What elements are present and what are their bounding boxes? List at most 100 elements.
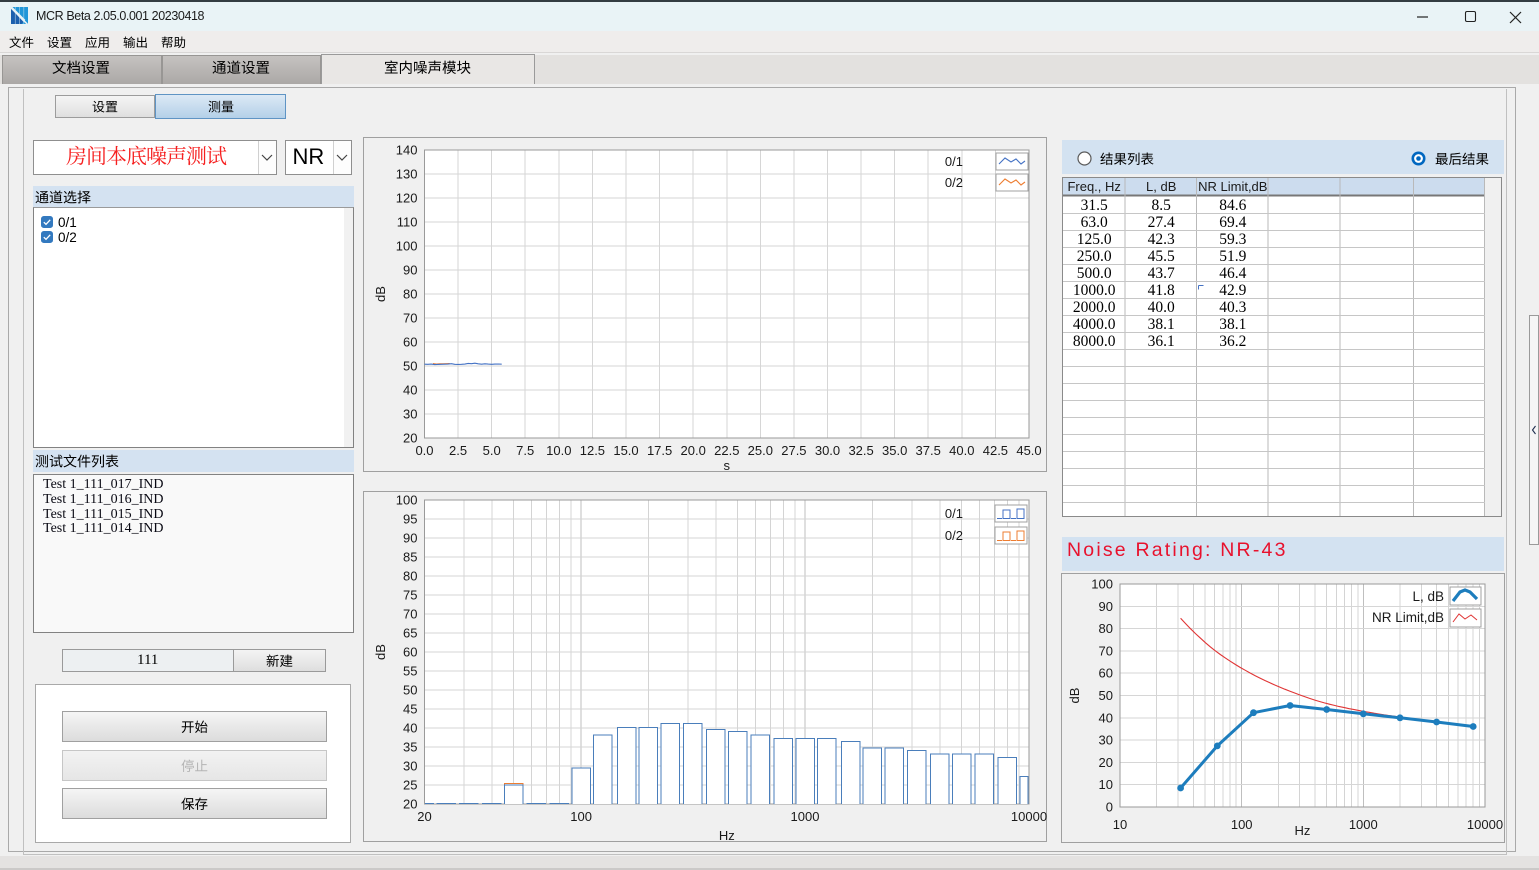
svg-text:30: 30 <box>403 407 417 422</box>
svg-text:NR Limit,dB: NR Limit,dB <box>1198 179 1267 194</box>
svg-text:40: 40 <box>1099 710 1113 725</box>
svg-text:25.0: 25.0 <box>748 443 773 458</box>
svg-text:140: 140 <box>396 143 418 158</box>
svg-text:63.0: 63.0 <box>1081 214 1108 231</box>
svg-text:4000.0: 4000.0 <box>1073 316 1116 333</box>
svg-text:46.4: 46.4 <box>1219 265 1246 282</box>
svg-text:90: 90 <box>403 531 417 546</box>
svg-text:100: 100 <box>1231 817 1253 832</box>
svg-text:10000: 10000 <box>1467 817 1503 832</box>
svg-text:80: 80 <box>403 569 417 584</box>
svg-text:22.5: 22.5 <box>714 443 739 458</box>
svg-text:500.0: 500.0 <box>1077 265 1112 282</box>
svg-text:42.9: 42.9 <box>1219 282 1246 299</box>
svg-text:60: 60 <box>403 335 417 350</box>
svg-text:45.5: 45.5 <box>1148 248 1175 265</box>
svg-text:42.3: 42.3 <box>1148 231 1175 248</box>
svg-text:250.0: 250.0 <box>1077 248 1112 265</box>
svg-text:s: s <box>724 458 731 472</box>
svg-text:31.5: 31.5 <box>1081 197 1108 214</box>
svg-text:38.1: 38.1 <box>1148 316 1175 333</box>
svg-text:17.5: 17.5 <box>647 443 672 458</box>
svg-text:Freq., Hz: Freq., Hz <box>1067 179 1120 194</box>
svg-text:35: 35 <box>403 740 417 755</box>
svg-text:20: 20 <box>1099 755 1113 770</box>
svg-text:32.5: 32.5 <box>848 443 873 458</box>
svg-text:7.5: 7.5 <box>516 443 534 458</box>
svg-text:40: 40 <box>403 383 417 398</box>
svg-text:95: 95 <box>403 512 417 527</box>
svg-text:38.1: 38.1 <box>1219 316 1246 333</box>
svg-text:dB: dB <box>373 286 388 302</box>
svg-text:75: 75 <box>403 588 417 603</box>
svg-text:0/2: 0/2 <box>945 528 963 543</box>
svg-text:36.2: 36.2 <box>1219 333 1246 350</box>
svg-text:L, dB: L, dB <box>1146 179 1176 194</box>
svg-text:40.3: 40.3 <box>1219 299 1246 316</box>
svg-text:70: 70 <box>403 607 417 622</box>
svg-text:35.0: 35.0 <box>882 443 907 458</box>
svg-text:60: 60 <box>403 645 417 660</box>
svg-text:1000.0: 1000.0 <box>1073 282 1116 299</box>
svg-text:100: 100 <box>1091 577 1113 592</box>
svg-text:70: 70 <box>1099 643 1113 658</box>
svg-text:90: 90 <box>403 263 417 278</box>
svg-text:20: 20 <box>403 431 417 446</box>
svg-text:25: 25 <box>403 778 417 793</box>
svg-text:dB: dB <box>1067 688 1082 704</box>
svg-text:45: 45 <box>403 702 417 717</box>
svg-text:90: 90 <box>1099 599 1113 614</box>
svg-text:45.0: 45.0 <box>1016 443 1041 458</box>
svg-text:37.5: 37.5 <box>916 443 941 458</box>
svg-text:15.0: 15.0 <box>613 443 638 458</box>
svg-text:43.7: 43.7 <box>1148 265 1175 282</box>
svg-text:Hz: Hz <box>1295 823 1311 838</box>
svg-text:1000: 1000 <box>791 809 820 824</box>
svg-text:80: 80 <box>1099 621 1113 636</box>
svg-text:36.1: 36.1 <box>1148 333 1175 350</box>
svg-text:85: 85 <box>403 550 417 565</box>
svg-text:30.0: 30.0 <box>815 443 840 458</box>
svg-text:L, dB: L, dB <box>1412 589 1444 604</box>
svg-text:2000.0: 2000.0 <box>1073 299 1116 316</box>
svg-text:30: 30 <box>1099 733 1113 748</box>
svg-text:65: 65 <box>403 626 417 641</box>
svg-text:27.4: 27.4 <box>1148 214 1175 231</box>
svg-text:30: 30 <box>403 759 417 774</box>
svg-text:2.5: 2.5 <box>449 443 467 458</box>
svg-text:20: 20 <box>417 809 431 824</box>
svg-text:80: 80 <box>403 287 417 302</box>
svg-text:84.6: 84.6 <box>1219 197 1246 214</box>
svg-text:130: 130 <box>396 167 418 182</box>
svg-text:41.8: 41.8 <box>1148 282 1175 299</box>
svg-text:55: 55 <box>403 664 417 679</box>
svg-text:100: 100 <box>570 809 592 824</box>
svg-text:10: 10 <box>1099 777 1113 792</box>
svg-text:100: 100 <box>396 493 418 508</box>
svg-text:0/1: 0/1 <box>945 506 963 521</box>
svg-text:12.5: 12.5 <box>580 443 605 458</box>
svg-text:59.3: 59.3 <box>1219 231 1246 248</box>
svg-text:10.0: 10.0 <box>546 443 571 458</box>
svg-text:40.0: 40.0 <box>949 443 974 458</box>
svg-text:125.0: 125.0 <box>1077 231 1112 248</box>
svg-text:20.0: 20.0 <box>681 443 706 458</box>
svg-text:20: 20 <box>403 797 417 812</box>
svg-text:51.9: 51.9 <box>1219 248 1246 265</box>
svg-text:40: 40 <box>403 721 417 736</box>
svg-text:Hz: Hz <box>719 828 735 842</box>
svg-text:0.0: 0.0 <box>415 443 433 458</box>
svg-text:0/1: 0/1 <box>945 154 963 169</box>
svg-text:70: 70 <box>403 311 417 326</box>
svg-text:100: 100 <box>396 239 418 254</box>
svg-text:10: 10 <box>1113 817 1127 832</box>
svg-text:50: 50 <box>403 683 417 698</box>
svg-text:27.5: 27.5 <box>781 443 806 458</box>
svg-text:NR Limit,dB: NR Limit,dB <box>1372 610 1444 625</box>
svg-text:50: 50 <box>403 359 417 374</box>
svg-text:50: 50 <box>1099 688 1113 703</box>
svg-text:5.0: 5.0 <box>483 443 501 458</box>
svg-text:8000.0: 8000.0 <box>1073 333 1116 350</box>
svg-text:40.0: 40.0 <box>1148 299 1175 316</box>
svg-text:0/2: 0/2 <box>945 175 963 190</box>
